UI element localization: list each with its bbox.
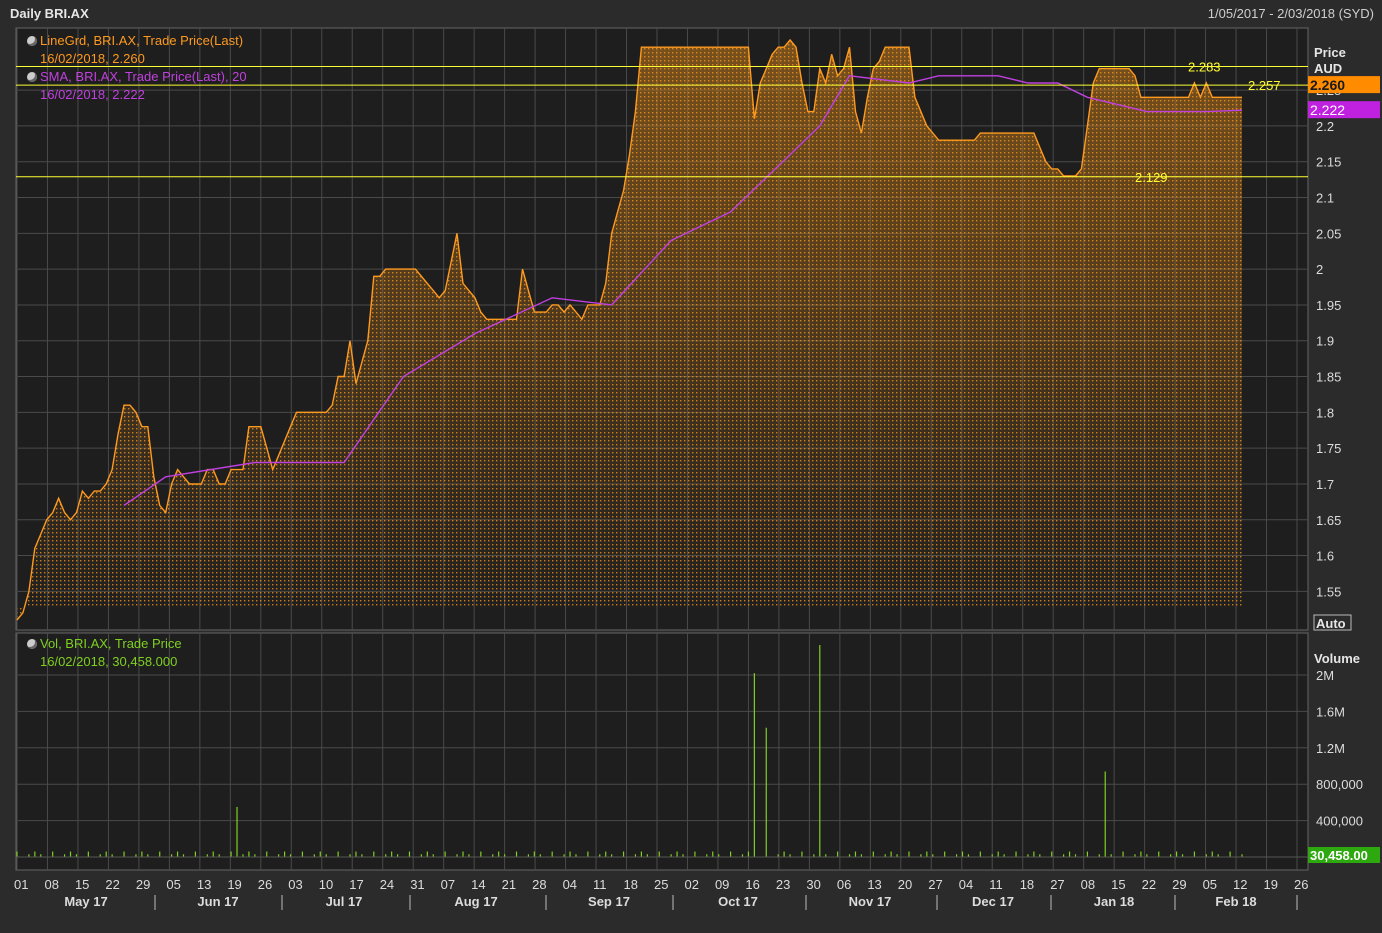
x-day-label: 18 — [1020, 877, 1034, 892]
x-month-label: Jan 18 — [1094, 894, 1134, 909]
price-tick-label: 1.65 — [1316, 513, 1341, 528]
x-day-label: 20 — [898, 877, 912, 892]
x-day-label: 11 — [989, 877, 1003, 892]
sma-legend-value: 16/02/2018, 2.222 — [40, 87, 145, 102]
x-month-label: May 17 — [64, 894, 107, 909]
x-day-label: 15 — [75, 877, 89, 892]
x-day-label: 08 — [44, 877, 58, 892]
x-day-label: 18 — [624, 877, 638, 892]
price-tick-label: 1.7 — [1316, 477, 1334, 492]
legend-toggle-icon[interactable] — [27, 639, 37, 649]
x-day-label: 13 — [197, 877, 211, 892]
volume-legend-name: Vol, BRI.AX, Trade Price — [40, 636, 182, 651]
last-volume-label: 30,458.00 — [1310, 848, 1368, 863]
x-day-label: 31 — [410, 877, 424, 892]
x-day-label: 07 — [441, 877, 455, 892]
price-tick-label: 1.85 — [1316, 370, 1341, 385]
x-day-label: 04 — [563, 877, 577, 892]
volume-auto-button[interactable] — [1314, 864, 1351, 870]
x-day-label: 13 — [867, 877, 881, 892]
price-axis-unit: AUD — [1314, 61, 1342, 76]
volume-tick-label: 1.2M — [1316, 741, 1345, 756]
x-day-label: 23 — [776, 877, 790, 892]
price-tick-label: 2.15 — [1316, 155, 1341, 170]
x-day-label: 04 — [959, 877, 973, 892]
volume-legend: Vol, BRI.AX, Trade Price 16/02/2018, 30,… — [27, 635, 182, 671]
x-day-label: 21 — [502, 877, 516, 892]
x-day-label: 15 — [1111, 877, 1125, 892]
reference-line-label: 2.283 — [1188, 59, 1221, 74]
x-day-label: 19 — [1264, 877, 1278, 892]
volume-tick-label: 400,000 — [1316, 814, 1363, 829]
price-tick-label: 1.9 — [1316, 334, 1334, 349]
volume-tick-label: 2M — [1316, 668, 1334, 683]
x-day-label: 05 — [166, 877, 180, 892]
x-month-label: Nov 17 — [849, 894, 892, 909]
chart-window: Daily BRI.AX 1/05/2017 - 2/03/2018 (SYD)… — [0, 0, 1382, 933]
x-month-label: Jul 17 — [326, 894, 363, 909]
x-month-label: Jun 17 — [197, 894, 238, 909]
x-day-label: 09 — [715, 877, 729, 892]
x-day-label: 22 — [1142, 877, 1156, 892]
price-tick-label: 1.95 — [1316, 298, 1341, 313]
price-tick-label: 2.1 — [1316, 191, 1334, 206]
x-day-label: 26 — [258, 877, 272, 892]
price-tick-label: 2.05 — [1316, 226, 1341, 241]
x-day-label: 05 — [1203, 877, 1217, 892]
last-sma-label: 2.222 — [1310, 102, 1345, 118]
x-day-label: 08 — [1081, 877, 1095, 892]
x-month-label: Oct 17 — [718, 894, 758, 909]
x-month-label: Feb 18 — [1215, 894, 1256, 909]
price-legend: LineGrd, BRI.AX, Trade Price(Last) 16/02… — [27, 32, 247, 104]
x-day-label: 27 — [928, 877, 942, 892]
price-tick-label: 1.55 — [1316, 584, 1341, 599]
x-day-label: 25 — [654, 877, 668, 892]
x-day-label: 29 — [1172, 877, 1186, 892]
x-day-label: 17 — [349, 877, 363, 892]
x-day-label: 22 — [105, 877, 119, 892]
legend-toggle-icon[interactable] — [27, 72, 37, 82]
x-day-label: 16 — [745, 877, 759, 892]
x-day-label: 12 — [1233, 877, 1247, 892]
x-day-label: 24 — [380, 877, 394, 892]
x-day-label: 28 — [532, 877, 546, 892]
price-tick-label: 2 — [1316, 262, 1323, 277]
chart-canvas[interactable]: 1.55 1.6 1.65 1.7 1.75 1.8 1.85 1.9 1.95 2 2.05 2.1… — [0, 0, 1382, 933]
x-day-label: 01 — [14, 877, 28, 892]
price-tick-label: 1.75 — [1316, 441, 1341, 456]
x-day-label: 26 — [1294, 877, 1308, 892]
price-tick-label: 2.2 — [1316, 119, 1334, 134]
x-day-label: 19 — [227, 877, 241, 892]
x-day-label: 03 — [288, 877, 302, 892]
x-day-label: 14 — [471, 877, 485, 892]
x-day-label: 06 — [837, 877, 851, 892]
sma-legend-name: SMA, BRI.AX, Trade Price(Last), 20 — [40, 69, 247, 84]
price-tick-label: 1.6 — [1316, 549, 1334, 564]
volume-axis-title: Volume — [1314, 651, 1360, 666]
x-day-label: 02 — [684, 877, 698, 892]
volume-tick-label: 800,000 — [1316, 777, 1363, 792]
x-month-label: Dec 17 — [972, 894, 1014, 909]
x-day-label: 11 — [593, 877, 607, 892]
price-axis-title: Price — [1314, 45, 1346, 60]
x-day-label: 29 — [136, 877, 150, 892]
price-legend-value: 16/02/2018, 2.260 — [40, 51, 145, 66]
reference-line-label: 2.257 — [1248, 78, 1281, 93]
price-auto-label: Auto — [1316, 616, 1346, 631]
x-day-label: 10 — [319, 877, 333, 892]
x-month-label: Sep 17 — [588, 894, 630, 909]
x-day-label: 30 — [806, 877, 820, 892]
x-day-label: 27 — [1050, 877, 1064, 892]
price-tick-label: 1.8 — [1316, 405, 1334, 420]
x-month-label: Aug 17 — [454, 894, 497, 909]
price-legend-name: LineGrd, BRI.AX, Trade Price(Last) — [40, 33, 244, 48]
reference-line-label: 2.129 — [1135, 170, 1168, 185]
legend-toggle-icon[interactable] — [27, 36, 37, 46]
volume-legend-value: 16/02/2018, 30,458.000 — [40, 654, 178, 669]
volume-tick-label: 1.6M — [1316, 704, 1345, 719]
last-price-label: 2.260 — [1310, 77, 1345, 93]
